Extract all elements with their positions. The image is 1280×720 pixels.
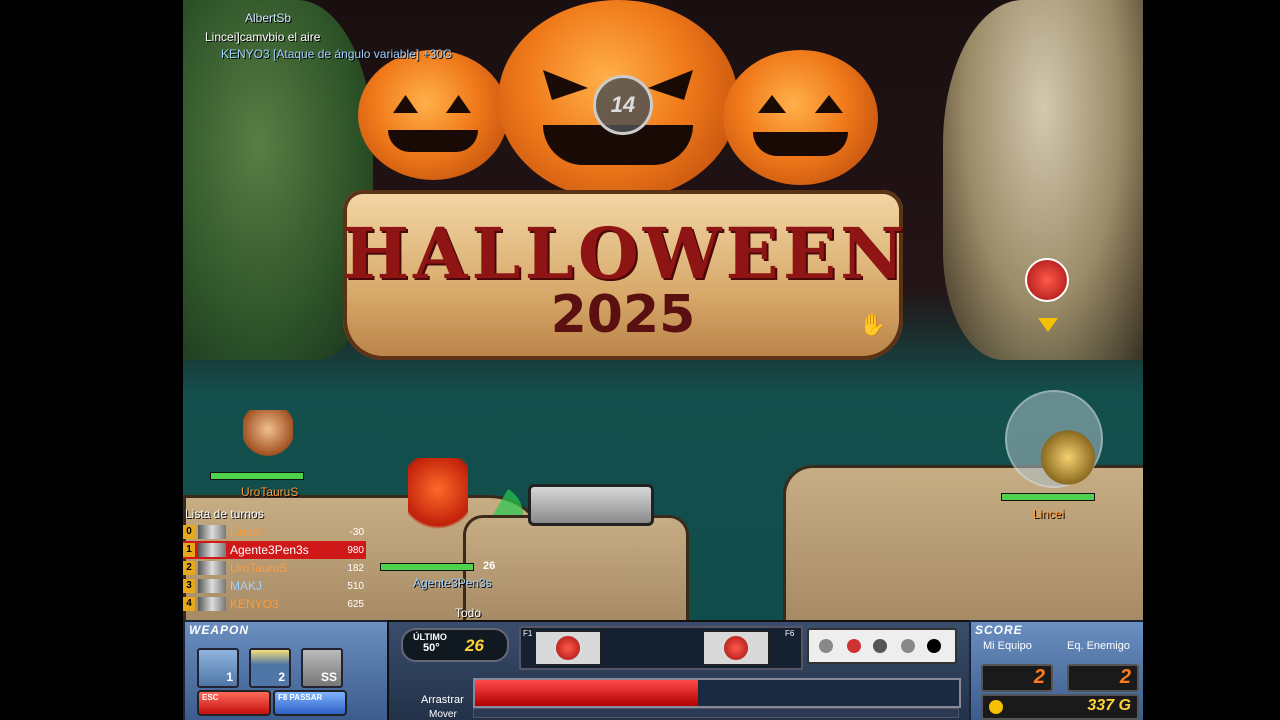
shot-type-icon[interactable] — [847, 639, 861, 653]
player-name: Lincei — [1033, 507, 1065, 521]
player-avatar — [1033, 430, 1103, 485]
turn-score: -30 — [349, 526, 364, 538]
turn-list-title: Lista de turnos — [185, 507, 264, 521]
enemy-team-score-box: 2 — [1067, 664, 1139, 692]
weapon-icon — [198, 561, 226, 575]
f6-label: F6 — [785, 629, 795, 638]
pumpkin-right — [723, 50, 878, 185]
shot-type-icon[interactable] — [901, 639, 915, 653]
gold-coin-icon — [989, 700, 1003, 714]
turn-player-name: MAKJ — [230, 579, 263, 593]
bomb-item-icon — [556, 636, 580, 660]
shot-type-selector[interactable] — [807, 628, 957, 664]
weapon-panel-title: WEAPON — [189, 623, 249, 637]
chat-mode-label[interactable]: Todo — [455, 606, 481, 620]
weapon-icon — [198, 597, 226, 611]
player-avatar — [243, 410, 293, 465]
turn-list-item: 1 Agente3Pen3s 980 — [183, 541, 366, 559]
game-viewport[interactable]: 14 HALLOWEEN 2025 ✋ AlbertSb Lincei]camv… — [183, 0, 1143, 720]
weapon-icon — [198, 525, 226, 539]
player-name: UroTauruS — [241, 485, 299, 499]
turn-list-item: 3 MAKJ 510 — [183, 577, 366, 595]
power-bar[interactable] — [473, 678, 961, 708]
shot-type-icon[interactable] — [927, 639, 941, 653]
chat-line: KENYO3 [Ataque de ángulo variable] +30G — [221, 47, 453, 61]
item-slot-1[interactable] — [535, 631, 601, 665]
turn-player-name: Agente3Pen3s — [230, 543, 309, 557]
terrain-right — [783, 465, 1143, 626]
bomb-item-icon — [724, 636, 748, 660]
turn-list-item: 2 UroTauruS 182 — [183, 559, 366, 577]
aim-indicator — [463, 485, 523, 545]
turn-player-name: Lincei — [230, 525, 262, 539]
my-team-score: 2 — [1033, 666, 1045, 688]
gold-box: 337 G — [981, 694, 1139, 720]
weapon-slot-2[interactable]: 2 — [249, 648, 291, 688]
move-label: Mover — [429, 709, 457, 720]
pumpkin-left — [358, 50, 508, 180]
last-shot-power: 26 — [465, 636, 484, 655]
hp-bar — [1001, 493, 1095, 501]
shot-power-readout: 26 — [483, 560, 496, 572]
turn-index: 2 — [183, 561, 195, 575]
weapon-slot-ss[interactable]: SS — [301, 648, 343, 688]
turn-score: 980 — [347, 544, 364, 556]
enemy-marker-icon — [1025, 258, 1069, 302]
chat-player-name: AlbertSb — [245, 11, 292, 25]
my-team-label: Mi Equipo — [983, 640, 1032, 652]
shot-type-icon[interactable] — [819, 639, 833, 653]
weapon-icon — [198, 543, 226, 557]
banner-title: HALLOWEEN — [343, 212, 909, 295]
weapon-slot-1[interactable]: 1 — [197, 648, 239, 688]
weapon-panel: WEAPON 1 2 SS ESC F8 PASSAR — [183, 620, 390, 720]
bottom-hud: WEAPON 1 2 SS ESC F8 PASSAR ÚLTIMO 50° 2… — [183, 620, 1143, 720]
turn-index: 4 — [183, 597, 195, 611]
f1-label: F1 — [523, 629, 533, 638]
turn-list: Lista de turnos 0 Lincei -30 1 Agente3Pen3s 9… — [183, 507, 366, 613]
turn-player-name: UroTauruS — [230, 561, 288, 575]
last-shot-box: ÚLTIMO 50° 26 — [401, 628, 509, 662]
drag-label: Arrastrar — [421, 694, 464, 706]
item-bar: F1 F6 — [519, 626, 803, 670]
arrow-down-icon — [1038, 318, 1058, 332]
turn-index: 3 — [183, 579, 195, 593]
turn-score: 625 — [347, 598, 364, 610]
turn-score: 182 — [347, 562, 364, 574]
banner-year: 2025 — [550, 285, 696, 345]
turn-list-item: 0 Lincei -30 — [183, 523, 366, 541]
hp-bar — [210, 472, 304, 480]
score-panel-title: SCORE — [975, 623, 1023, 637]
gold-amount: 337 G — [1087, 697, 1131, 714]
my-team-score-box: 2 — [981, 664, 1053, 692]
turn-index: 1 — [183, 543, 195, 557]
turn-player-name: KENYO3 — [230, 597, 279, 611]
move-bar — [473, 708, 959, 718]
player-name: Agente3Pen3s — [413, 576, 492, 590]
shot-panel: ÚLTIMO 50° 26 F1 F6 Arrastrar Mover — [387, 620, 971, 720]
turn-timer: 14 — [593, 75, 653, 135]
turn-list-item: 4 KENYO3 625 — [183, 595, 366, 613]
metal-platform — [528, 484, 654, 526]
pumpkin-center: 14 — [498, 0, 738, 200]
hp-bar — [380, 563, 474, 571]
banner-scroll: HALLOWEEN 2025 — [343, 190, 909, 360]
shot-type-icon[interactable] — [873, 639, 887, 653]
enemy-team-label: Eq. Enemigo — [1067, 640, 1130, 652]
item-slot-6[interactable] — [703, 631, 769, 665]
score-panel: SCORE Mi Equipo Eq. Enemigo 2 2 337 G — [969, 620, 1143, 720]
hand-cursor-icon: ✋ — [859, 312, 887, 337]
turn-index: 0 — [183, 525, 195, 539]
last-shot-label: ÚLTIMO — [413, 632, 447, 642]
last-shot-angle: 50° — [423, 642, 440, 654]
turn-score: 510 — [347, 580, 364, 592]
skip-turn-button[interactable]: F8 PASSAR — [273, 690, 347, 716]
player-avatar — [408, 458, 468, 548]
weapon-icon — [198, 579, 226, 593]
chat-line: Lincei]camvbio el aire — [205, 30, 321, 44]
power-bar-fill — [475, 680, 698, 706]
esc-button[interactable]: ESC — [197, 690, 271, 716]
enemy-team-score: 2 — [1119, 666, 1131, 688]
